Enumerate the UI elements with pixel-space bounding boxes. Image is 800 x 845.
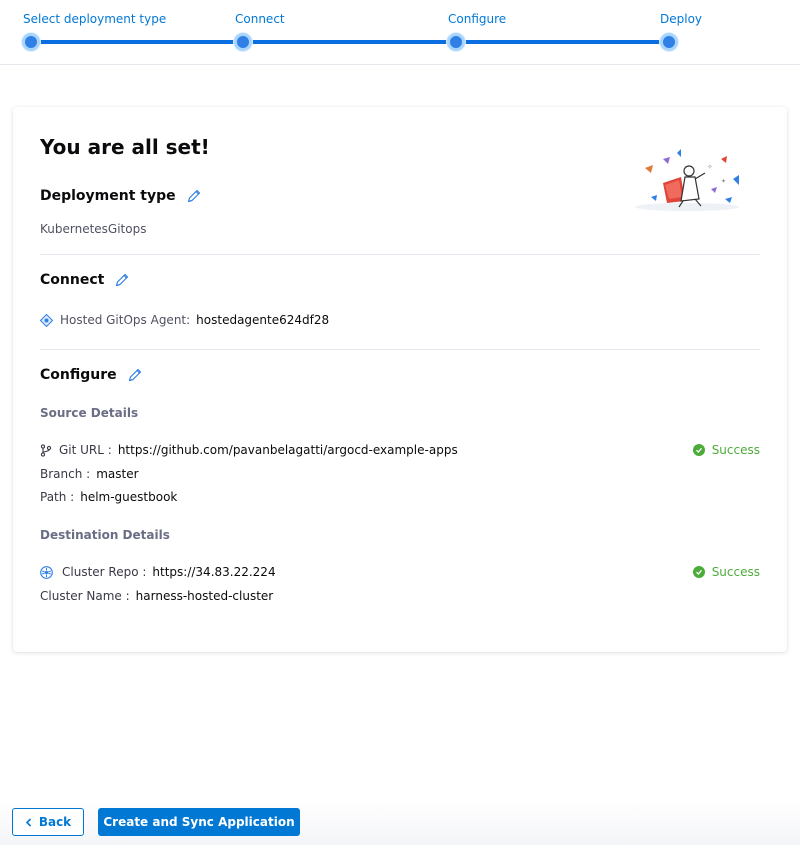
divider bbox=[40, 254, 760, 255]
deployment-type-heading-text: Deployment type bbox=[40, 188, 176, 204]
create-and-sync-button[interactable]: Create and Sync Application bbox=[98, 808, 300, 836]
step-configure-label[interactable]: Configure bbox=[448, 12, 506, 26]
source-status-badge: Success bbox=[692, 443, 760, 457]
summary-card: You are all set! ✧ ✦ Deployment type Kub… bbox=[13, 107, 787, 652]
agent-value: hostedagente624df28 bbox=[196, 313, 330, 327]
svg-text:✧: ✧ bbox=[707, 163, 713, 171]
source-status-text: Success bbox=[711, 443, 760, 457]
git-branch-icon bbox=[40, 443, 52, 457]
configure-heading: Configure bbox=[40, 367, 143, 383]
success-check-icon bbox=[692, 444, 705, 456]
cluster-repo-row: Cluster Repo : https://34.83.22.224 bbox=[40, 565, 276, 579]
connect-agent-row: Hosted GitOps Agent: hostedagente624df28 bbox=[40, 313, 329, 327]
stepper-progress-line bbox=[31, 40, 669, 44]
step-deploy-label[interactable]: Deploy bbox=[660, 12, 702, 26]
destination-status-text: Success bbox=[711, 565, 760, 579]
page-title: You are all set! bbox=[40, 135, 210, 159]
step-select-deployment-type-label[interactable]: Select deployment type bbox=[23, 12, 166, 26]
back-button[interactable]: Back bbox=[12, 808, 84, 836]
cluster-repo-label: Cluster Repo : bbox=[62, 565, 147, 579]
gitops-agent-icon bbox=[40, 313, 53, 327]
cluster-repo-value: https://34.83.22.224 bbox=[152, 565, 276, 579]
step-select-deployment-type-dot[interactable] bbox=[22, 33, 40, 51]
destination-details-heading: Destination Details bbox=[40, 528, 170, 542]
connect-heading-text: Connect bbox=[40, 272, 105, 288]
git-url-value: https://github.com/pavanbelagatti/argocd… bbox=[117, 443, 458, 457]
deployment-type-heading: Deployment type bbox=[40, 188, 202, 204]
divider bbox=[40, 349, 760, 350]
step-configure-dot[interactable] bbox=[447, 33, 465, 51]
path-label: Path : bbox=[40, 490, 75, 504]
step-deploy-dot[interactable] bbox=[660, 33, 678, 51]
cluster-name-row: Cluster Name : harness-hosted-cluster bbox=[40, 589, 273, 603]
branch-label: Branch : bbox=[40, 467, 91, 481]
step-connect-dot[interactable] bbox=[234, 33, 252, 51]
edit-deployment-type-icon[interactable] bbox=[186, 188, 202, 204]
branch-value: master bbox=[96, 467, 139, 481]
destination-status-badge: Success bbox=[692, 565, 760, 579]
chevron-left-icon bbox=[25, 817, 31, 827]
step-connect-label[interactable]: Connect bbox=[235, 12, 285, 26]
success-check-icon bbox=[692, 566, 705, 578]
svg-text:✦: ✦ bbox=[721, 178, 726, 185]
path-value: helm-guestbook bbox=[80, 490, 178, 504]
branch-row: Branch : master bbox=[40, 467, 139, 481]
connect-heading: Connect bbox=[40, 272, 130, 288]
git-url-label: Git URL : bbox=[59, 443, 112, 457]
cluster-name-value: harness-hosted-cluster bbox=[135, 589, 274, 603]
configure-heading-text: Configure bbox=[40, 367, 117, 383]
cluster-name-label: Cluster Name : bbox=[40, 589, 130, 603]
agent-label: Hosted GitOps Agent: bbox=[60, 313, 191, 327]
git-url-row: Git URL : https://github.com/pavanbelaga… bbox=[40, 443, 458, 457]
kubernetes-cluster-icon bbox=[40, 565, 53, 579]
edit-connect-icon[interactable] bbox=[114, 272, 130, 288]
deployment-stepper: Select deployment type Connect Configure… bbox=[0, 0, 800, 65]
deployment-type-value: KubernetesGitops bbox=[40, 222, 147, 236]
source-details-heading: Source Details bbox=[40, 406, 139, 420]
back-button-label: Back bbox=[38, 815, 72, 829]
create-and-sync-button-label: Create and Sync Application bbox=[103, 815, 295, 829]
edit-configure-icon[interactable] bbox=[127, 367, 143, 383]
celebration-illustration: ✧ ✦ bbox=[635, 149, 739, 211]
path-row: Path : helm-guestbook bbox=[40, 490, 177, 504]
